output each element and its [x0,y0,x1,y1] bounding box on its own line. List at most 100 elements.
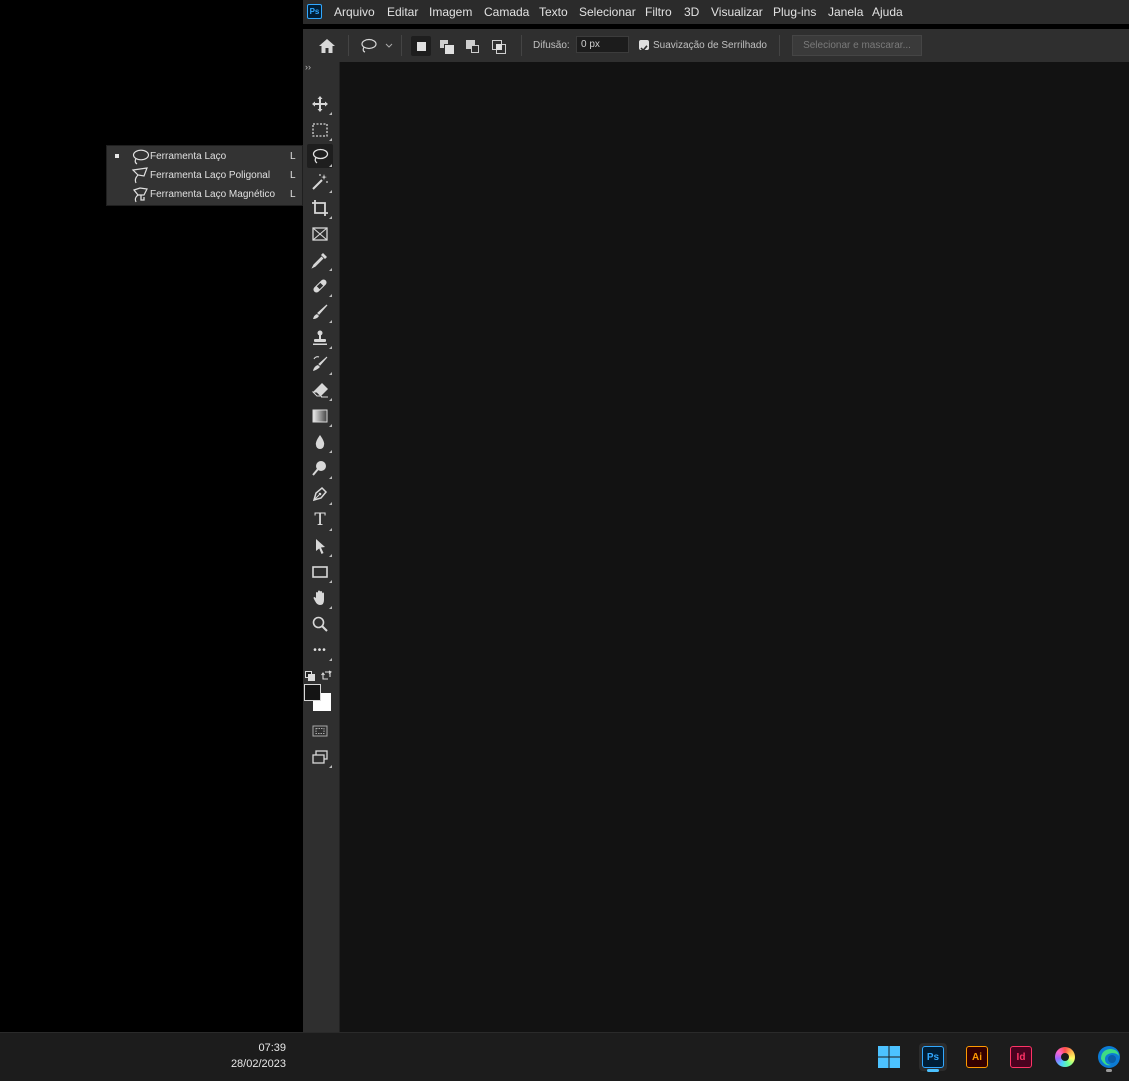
dodge-tool[interactable] [307,456,333,480]
path-selection-tool[interactable] [307,534,333,558]
menu-imagem[interactable]: Imagem [429,5,472,19]
crop-tool[interactable] [307,196,333,220]
pen-icon [312,486,328,502]
eraser-tool[interactable] [307,378,333,402]
color-wheel-icon [1055,1047,1075,1067]
menu-visualizar[interactable]: Visualizar [711,5,763,19]
lasso-icon [361,38,393,53]
history-brush-icon [313,356,328,371]
illustrator-icon: Ai [966,1046,988,1068]
menu-3d[interactable]: 3D [684,5,699,19]
quick-mask-icon [312,725,328,737]
marquee-tool[interactable] [307,118,333,142]
menu-ajuda[interactable]: Ajuda [872,5,903,19]
brush-tool[interactable] [307,300,333,324]
eyedropper-tool[interactable] [307,248,333,272]
healing-icon [313,279,327,293]
separator [348,35,349,56]
flyout-item-label: Ferramenta Laço Magnético [150,189,276,200]
blur-icon [315,435,325,449]
clock-date[interactable]: 28/02/2023 [231,1058,286,1070]
move-tool[interactable] [307,92,333,116]
options-bar: Difusão: Suavização de Serrilhado Seleci… [303,29,1129,63]
menu-texto[interactable]: Texto [539,5,568,19]
separator [521,35,522,56]
feather-input[interactable] [576,36,629,53]
more-icon: ••• [313,644,327,656]
indesign-icon: Id [1010,1046,1032,1068]
edit-toolbar-button[interactable]: ••• [307,638,333,662]
add-to-selection-button[interactable] [437,36,457,56]
frame-icon [312,227,328,241]
menu-arquivo[interactable]: Arquivo [334,5,375,19]
rectangle-icon [312,566,328,578]
menu-filtro[interactable]: Filtro [645,5,672,19]
dodge-icon [312,461,326,476]
path-select-icon [316,539,325,554]
type-tool[interactable]: T [307,508,333,532]
taskbar-photoshop[interactable]: Ps [919,1043,947,1072]
photoshop-icon: Ps [922,1046,944,1068]
tool-preset-picker[interactable] [359,37,395,55]
flyout-item-label: Ferramenta Laço [150,151,227,162]
flyout-item-label: Ferramenta Laço Poligonal [150,170,271,181]
frame-tool[interactable] [307,222,333,246]
healing-brush-tool[interactable] [307,274,333,298]
magic-wand-tool[interactable] [307,170,333,194]
flyout-item-shortcut: L [290,151,296,162]
document-canvas-area[interactable] [340,62,1129,1032]
taskbar-indesign[interactable]: Id [1007,1043,1035,1071]
lasso-icon [132,149,149,165]
lasso-icon [312,148,329,164]
rectangle-tool[interactable] [307,560,333,584]
menu-editar[interactable]: Editar [387,5,418,19]
magic-wand-icon [312,174,328,190]
taskbar-illustrator[interactable]: Ai [963,1043,991,1071]
brush-icon [313,304,328,319]
subtract-from-selection-button[interactable] [463,36,483,56]
gradient-icon [312,409,328,423]
new-selection-button[interactable] [411,36,431,56]
marquee-icon [312,123,328,137]
separator [401,35,402,56]
antialias-checkbox[interactable] [639,40,649,52]
photoshop-logo: Ps [307,4,322,19]
collapse-panel-button[interactable]: ›› [305,62,311,72]
swap-colors-icon[interactable] [321,668,332,680]
history-brush-tool[interactable] [307,352,333,376]
taskbar-color-app[interactable] [1051,1043,1079,1071]
running-indicator [1106,1069,1112,1072]
blur-tool[interactable] [307,430,333,454]
chevron-down-icon [385,43,393,48]
flyout-item-lasso[interactable]: Ferramenta Laço L [107,147,302,166]
menu-camada[interactable]: Camada [484,5,529,19]
foreground-color-swatch[interactable] [304,684,321,701]
gradient-tool[interactable] [307,404,333,428]
home-icon[interactable] [317,37,337,55]
antialias-label: Suavização de Serrilhado [653,40,767,51]
default-colors-icon[interactable] [305,668,315,681]
active-indicator [927,1069,939,1072]
edge-icon [1098,1046,1120,1068]
taskbar-edge[interactable] [1095,1043,1123,1072]
zoom-tool[interactable] [307,612,333,636]
magnetic-lasso-icon [132,187,148,203]
type-icon: T [314,510,326,530]
crop-icon [312,200,328,216]
hand-tool[interactable] [307,586,333,610]
lasso-tool[interactable] [307,144,333,168]
screen-mode-button[interactable] [307,745,333,769]
menu-selecionar[interactable]: Selecionar [579,5,636,19]
flyout-item-magnetic-lasso[interactable]: Ferramenta Laço Magnético L [107,185,302,204]
clock-time[interactable]: 07:39 [258,1042,286,1054]
quick-mask-button[interactable] [307,719,333,743]
flyout-item-polygonal-lasso[interactable]: Ferramenta Laço Poligonal L [107,166,302,185]
clone-stamp-tool[interactable] [307,326,333,350]
select-and-mask-button[interactable]: Selecionar e mascarar... [792,35,922,56]
menu-janela[interactable]: Janela [828,5,863,19]
pen-tool[interactable] [307,482,333,506]
zoom-icon [312,616,328,632]
start-button[interactable] [875,1043,903,1071]
intersect-selection-button[interactable] [489,36,509,56]
menu-plugins[interactable]: Plug-ins [773,5,816,19]
